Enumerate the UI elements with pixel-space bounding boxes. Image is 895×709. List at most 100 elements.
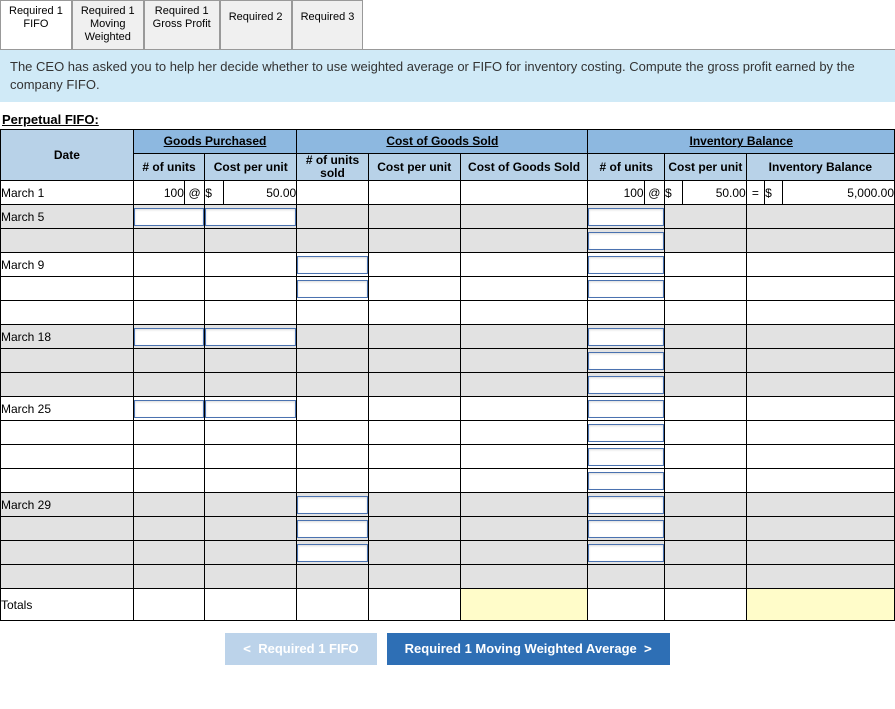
empty-cell — [297, 349, 369, 373]
gp-units-input-cell — [133, 205, 205, 229]
tab-req3[interactable]: Required 3 — [292, 0, 364, 49]
empty-cell — [588, 301, 665, 325]
empty-cell — [133, 349, 205, 373]
ib-total: 5,000.00 — [783, 181, 895, 205]
ib-units-input-cell — [588, 421, 665, 445]
input-cs-units[interactable] — [297, 520, 368, 538]
tab-req1-fifo[interactable]: Required 1 FIFO — [0, 0, 72, 49]
input-ib-units[interactable] — [588, 520, 664, 538]
tab-label: Gross Profit — [153, 18, 211, 30]
input-ib-units[interactable] — [588, 280, 664, 298]
empty-cell — [665, 421, 747, 445]
table-row — [1, 349, 895, 373]
empty-cell — [746, 493, 894, 517]
empty-cell — [368, 373, 460, 397]
input-ib-units[interactable] — [588, 256, 664, 274]
cs-units-input-cell — [297, 541, 369, 565]
ib-units-input-cell — [588, 277, 665, 301]
tab-req1-gross-profit[interactable]: Required 1 Gross Profit — [144, 0, 220, 49]
input-cs-units[interactable] — [297, 256, 368, 274]
ib-units-input-cell — [588, 373, 665, 397]
table-row: March 25 — [1, 397, 895, 421]
empty-cell — [205, 253, 297, 277]
empty-cell — [588, 565, 665, 589]
empty-cell — [665, 229, 747, 253]
input-gp-cost[interactable] — [205, 208, 296, 226]
table-row — [1, 301, 895, 325]
date-cell: March 5 — [1, 205, 134, 229]
total-cogs[interactable] — [460, 589, 588, 621]
empty-cell — [1, 301, 134, 325]
empty-cell — [665, 301, 747, 325]
empty-cell — [133, 565, 205, 589]
currency-symbol: $ — [765, 181, 783, 205]
empty-cell — [460, 541, 588, 565]
input-ib-units[interactable] — [588, 376, 664, 394]
ib-units-input-cell — [588, 253, 665, 277]
empty-cell — [460, 445, 588, 469]
gp-units-input-cell — [133, 325, 205, 349]
cs-units-input-cell — [297, 493, 369, 517]
input-gp-cost[interactable] — [205, 400, 296, 418]
empty-cell — [205, 229, 297, 253]
input-cs-units[interactable] — [297, 496, 368, 514]
empty-cell — [746, 325, 894, 349]
next-label: Required 1 Moving Weighted Average — [405, 641, 637, 656]
input-ib-units[interactable] — [588, 472, 664, 490]
input-gp-cost[interactable] — [205, 328, 296, 346]
empty-cell — [460, 229, 588, 253]
empty-cell — [665, 397, 747, 421]
prev-button[interactable]: < Required 1 FIFO — [225, 633, 376, 665]
empty-cell — [1, 373, 134, 397]
table-row — [1, 517, 895, 541]
empty-cell — [665, 541, 747, 565]
input-gp-units[interactable] — [134, 400, 205, 418]
empty-cell — [746, 205, 894, 229]
cs-units-input-cell — [297, 277, 369, 301]
section-title: Perpetual FIFO: — [0, 102, 895, 129]
input-ib-units[interactable] — [588, 208, 664, 226]
table-row: March 29 — [1, 493, 895, 517]
empty-cell — [133, 277, 205, 301]
input-ib-units[interactable] — [588, 400, 664, 418]
empty-cell — [1, 565, 134, 589]
empty-cell — [368, 493, 460, 517]
empty-cell — [460, 421, 588, 445]
tab-req1-moving-weighted[interactable]: Required 1 Moving Weighted — [72, 0, 144, 49]
currency-symbol: $ — [205, 181, 223, 205]
empty-cell — [297, 469, 369, 493]
empty-cell — [205, 421, 297, 445]
tab-req2[interactable]: Required 2 — [220, 0, 292, 49]
input-gp-units[interactable] — [134, 208, 205, 226]
input-ib-units[interactable] — [588, 544, 664, 562]
table-row — [1, 229, 895, 253]
at-symbol: @ — [644, 181, 664, 205]
empty-cell — [205, 469, 297, 493]
empty-cell — [460, 253, 588, 277]
input-ib-units[interactable] — [588, 232, 664, 250]
empty-cell — [368, 445, 460, 469]
empty-cell — [460, 517, 588, 541]
input-gp-units[interactable] — [134, 328, 205, 346]
input-ib-units[interactable] — [588, 328, 664, 346]
input-cs-units[interactable] — [297, 280, 368, 298]
table-row — [1, 541, 895, 565]
input-ib-units[interactable] — [588, 496, 664, 514]
total-inventory-balance[interactable] — [746, 589, 894, 621]
totals-label: Totals — [1, 589, 134, 621]
input-cs-units[interactable] — [297, 544, 368, 562]
empty-cell — [460, 493, 588, 517]
empty-cell — [1, 517, 134, 541]
next-button[interactable]: Required 1 Moving Weighted Average > — [387, 633, 670, 665]
empty-cell — [205, 589, 297, 621]
table-row: March 5 — [1, 205, 895, 229]
empty-cell — [297, 565, 369, 589]
empty-cell — [368, 205, 460, 229]
empty-cell — [665, 469, 747, 493]
empty-cell — [746, 229, 894, 253]
input-ib-units[interactable] — [588, 424, 664, 442]
input-ib-units[interactable] — [588, 448, 664, 466]
input-ib-units[interactable] — [588, 352, 664, 370]
empty-cell — [297, 325, 369, 349]
empty-cell — [205, 541, 297, 565]
